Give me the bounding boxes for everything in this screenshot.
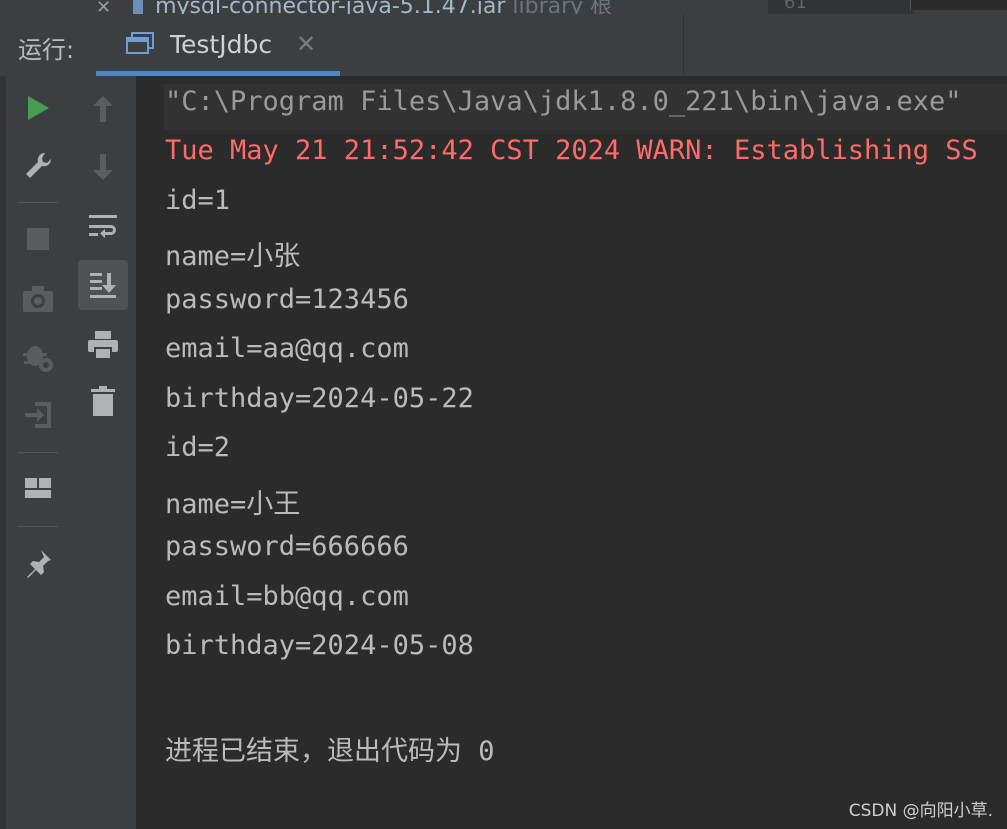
soft-wrap-icon	[89, 215, 117, 238]
exit-code-line: 进程已结束，退出代码为 0	[165, 736, 495, 767]
arrow-down-icon	[93, 154, 113, 180]
stop-button[interactable]	[13, 214, 63, 264]
output-line: birthday=2024-05-22	[165, 383, 474, 414]
jar-file-icon	[133, 0, 144, 14]
output-line: name=小王	[165, 489, 301, 520]
output-line: id=1	[165, 185, 231, 216]
separator	[18, 526, 58, 527]
editor-right-panel	[910, 0, 1007, 10]
run-toolbar-secondary	[70, 76, 137, 829]
dump-threads-button[interactable]	[13, 274, 63, 324]
tab-title: TestJdbc	[170, 30, 273, 59]
restore-layout-button[interactable]	[13, 464, 63, 514]
editor-tab-path: library 根	[512, 0, 613, 14]
watermark: CSDN @向阳小草.	[848, 801, 993, 821]
divider	[683, 14, 684, 76]
pin-icon	[27, 550, 51, 578]
clear-all-button[interactable]	[78, 376, 128, 426]
arrow-up-icon	[93, 96, 113, 122]
separator	[18, 452, 58, 453]
stop-icon	[27, 228, 49, 250]
command-line: "C:\Program Files\Java\jdk1.8.0_221\bin\…	[165, 86, 962, 117]
print-button[interactable]	[78, 320, 128, 370]
layout-icon	[25, 478, 51, 498]
scroll-to-end-button[interactable]	[78, 260, 128, 310]
close-icon[interactable]: ✕	[96, 0, 111, 14]
run-toolbar-primary	[6, 76, 71, 829]
bug-settings-icon	[23, 346, 53, 372]
pin-tab-button[interactable]	[13, 538, 63, 588]
debug-settings-button[interactable]	[13, 332, 63, 382]
output-line: id=2	[165, 432, 231, 463]
output-line: birthday=2024-05-08	[165, 630, 474, 661]
login-icon	[25, 402, 51, 428]
attach-button[interactable]	[13, 390, 63, 440]
console-window-icon	[126, 32, 154, 54]
run-label: 运行:	[18, 36, 75, 64]
output-line: email=aa@qq.com	[165, 333, 409, 364]
output-line: password=666666	[165, 531, 409, 562]
editor-tab-jar[interactable]: ✕ mysql-connector-java-5.1.47.jar library…	[96, 0, 612, 14]
output-line: email=bb@qq.com	[165, 581, 409, 612]
tab-testjdbc[interactable]: TestJdbc ✕	[96, 14, 340, 76]
up-stack-button[interactable]	[78, 84, 128, 134]
editor-tab-strip: ✕ mysql-connector-java-5.1.47.jar library…	[0, 0, 1007, 14]
print-icon	[88, 331, 118, 360]
modify-config-button[interactable]	[13, 141, 63, 191]
warning-line: Tue May 21 21:52:42 CST 2024 WARN: Estab…	[165, 135, 978, 166]
output-line: name=小张	[165, 241, 301, 272]
line-number: 61	[768, 0, 914, 14]
wrench-icon	[26, 152, 52, 178]
editor-tab-label: mysql-connector-java-5.1.47.jar	[155, 0, 506, 14]
separator	[18, 202, 58, 203]
console-output[interactable]: "C:\Program Files\Java\jdk1.8.0_221\bin\…	[136, 76, 1007, 829]
run-icon	[28, 96, 49, 120]
trash-icon	[91, 386, 115, 416]
soft-wrap-button[interactable]	[78, 202, 128, 252]
scroll-to-end-icon	[90, 273, 116, 298]
rerun-button[interactable]	[13, 83, 63, 133]
output-line: password=123456	[165, 284, 409, 315]
run-header: 运行: TestJdbc ✕	[0, 14, 1007, 77]
down-stack-button[interactable]	[78, 142, 128, 192]
close-icon[interactable]: ✕	[296, 30, 316, 58]
camera-icon	[23, 286, 53, 312]
